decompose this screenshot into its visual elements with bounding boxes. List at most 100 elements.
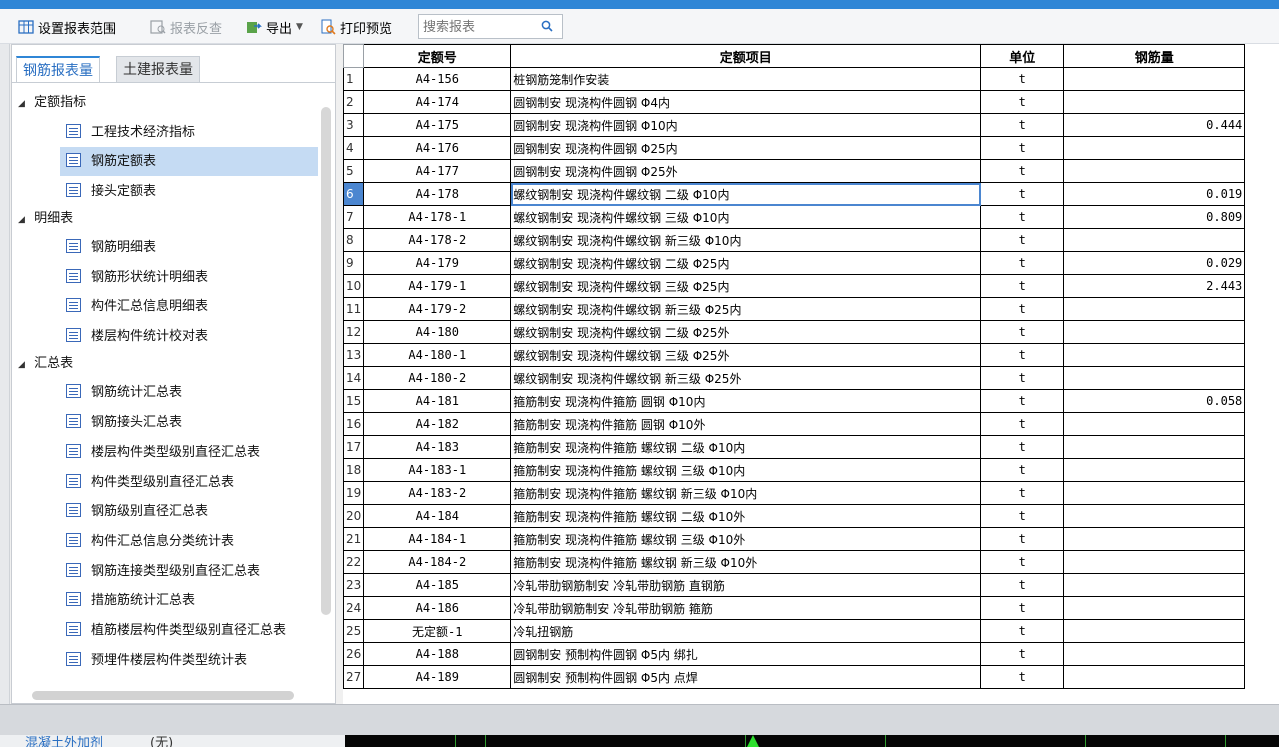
row-number[interactable]: 5 [343,159,365,183]
cell-quota-code[interactable]: A4-185 [363,573,512,597]
cell-quantity[interactable] [1063,366,1246,390]
cell-quantity[interactable] [1063,228,1246,252]
cell-quota-item[interactable]: 箍筋制安 现浇构件箍筋 螺纹钢 新三级 Φ10外 [510,550,982,574]
cell-unit[interactable]: t [980,343,1065,367]
row-number[interactable]: 1 [343,67,365,91]
cell-quota-item[interactable]: 桩钢筋笼制作安装 [510,67,982,91]
tree-item-shape-detail[interactable]: 钢筋形状统计明细表 [60,263,318,292]
tab-rebar-quantity[interactable]: 钢筋报表量 [16,56,100,82]
cell-quantity[interactable] [1063,458,1246,482]
cell-quota-code[interactable]: A4-180-2 [363,366,512,390]
table-row[interactable]: 16 A4-182 箍筋制安 现浇构件箍筋 圆钢 Φ10外 t [343,412,1246,436]
cell-unit[interactable]: t [980,642,1065,666]
cell-unit[interactable]: t [980,182,1065,206]
table-row[interactable]: 23 A4-185 冷轧带肋钢筋制安 冷轧带肋钢筋 直钢筋 t [343,573,1246,597]
tab-civil-quantity[interactable]: 土建报表量 [116,56,200,82]
row-number[interactable]: 18 [343,458,365,482]
cell-quota-code[interactable]: A4-175 [363,113,512,137]
tree-item-summary-10[interactable]: 预埋件楼层构件类型统计表 [60,646,318,675]
column-header-item[interactable]: 定额项目 [510,44,982,68]
cell-quantity[interactable]: 0.809 [1063,205,1246,229]
tree-group-quota[interactable]: ◢ 定额指标 [18,91,86,115]
table-row[interactable]: 13 A4-180-1 螺纹钢制安 现浇构件螺纹钢 三级 Φ25外 t [343,343,1246,367]
cell-quota-code[interactable]: A4-180 [363,320,512,344]
cell-quota-code[interactable]: A4-179-2 [363,297,512,321]
cell-unit[interactable]: t [980,274,1065,298]
collapse-triangle-icon[interactable]: ◢ [18,353,30,377]
cell-quota-code[interactable]: A4-177 [363,159,512,183]
table-row[interactable]: 11 A4-179-2 螺纹钢制安 现浇构件螺纹钢 新三级 Φ25内 t [343,297,1246,321]
cell-quota-item[interactable]: 箍筋制安 现浇构件箍筋 螺纹钢 三级 Φ10外 [510,527,982,551]
table-row[interactable]: 2 A4-174 圆钢制安 现浇构件圆钢 Φ4内 t [343,90,1246,114]
cell-quota-item[interactable]: 箍筋制安 现浇构件箍筋 圆钢 Φ10外 [510,412,982,436]
tree-group-summary[interactable]: ◢ 汇总表 [18,352,73,376]
cell-unit[interactable]: t [980,665,1065,689]
tree-item-summary-1[interactable]: 钢筋统计汇总表 [60,378,318,407]
cell-quantity[interactable] [1063,297,1246,321]
cell-quota-code[interactable]: A4-188 [363,642,512,666]
cell-quantity[interactable]: 2.443 [1063,274,1246,298]
cell-quota-code[interactable]: A4-176 [363,136,512,160]
cell-quota-item[interactable]: 箍筋制安 现浇构件箍筋 圆钢 Φ10内 [510,389,982,413]
report-review-button[interactable]: 报表反查 [150,17,222,37]
cell-quota-code[interactable]: A4-189 [363,665,512,689]
row-number[interactable]: 20 [343,504,365,528]
status-left-text[interactable]: 混凝土外加剂 [25,735,103,747]
cell-quota-item[interactable]: 螺纹钢制安 现浇构件螺纹钢 新三级 Φ10内 [510,228,982,252]
row-number[interactable]: 27 [343,665,365,689]
tree-vertical-scrollbar[interactable] [321,107,331,615]
table-row[interactable]: 5 A4-177 圆钢制安 现浇构件圆钢 Φ25外 t [343,159,1246,183]
cell-unit[interactable]: t [980,67,1065,91]
cell-quota-code[interactable]: A4-179-1 [363,274,512,298]
tree-item-rebar-quota[interactable]: 钢筋定额表 [60,147,318,176]
tree-item-rebar-detail[interactable]: 钢筋明细表 [60,233,318,262]
cell-quota-code[interactable]: A4-178 [363,182,512,206]
tree-item-summary-3[interactable]: 楼层构件类型级别直径汇总表 [60,438,318,467]
column-header-unit[interactable]: 单位 [980,44,1065,68]
cell-quota-item[interactable]: 圆钢制安 现浇构件圆钢 Φ25外 [510,159,982,183]
tree-item-joint-quota[interactable]: 接头定额表 [60,177,318,206]
table-row[interactable]: 9 A4-179 螺纹钢制安 现浇构件螺纹钢 二级 Φ25内 t 0.029 [343,251,1246,275]
cell-quantity[interactable] [1063,665,1246,689]
cell-quota-item[interactable]: 螺纹钢制安 现浇构件螺纹钢 二级 Φ10内 [510,182,982,206]
row-number[interactable]: 19 [343,481,365,505]
row-number[interactable]: 3 [343,113,365,137]
table-row[interactable]: 27 A4-189 圆钢制安 预制构件圆钢 Φ5内 点焊 t [343,665,1246,689]
cell-unit[interactable]: t [980,251,1065,275]
tree-item-summary-9[interactable]: 植筋楼层构件类型级别直径汇总表 [60,616,318,645]
cell-quantity[interactable] [1063,320,1246,344]
row-number[interactable]: 10 [343,274,365,298]
table-row[interactable]: 18 A4-183-1 箍筋制安 现浇构件箍筋 螺纹钢 三级 Φ10内 t [343,458,1246,482]
cell-quota-item[interactable]: 圆钢制安 现浇构件圆钢 Φ10内 [510,113,982,137]
collapse-triangle-icon[interactable]: ◢ [18,208,30,232]
set-range-button[interactable]: 设置报表范围 [18,17,116,37]
collapse-triangle-icon[interactable]: ◢ [18,92,30,116]
cell-unit[interactable]: t [980,136,1065,160]
cell-unit[interactable]: t [980,435,1065,459]
table-row[interactable]: 3 A4-175 圆钢制安 现浇构件圆钢 Φ10内 t 0.444 [343,113,1246,137]
row-number[interactable]: 6 [343,182,365,206]
cell-quantity[interactable] [1063,481,1246,505]
row-number[interactable]: 9 [343,251,365,275]
tree-item-floor-check[interactable]: 楼层构件统计校对表 [60,322,318,351]
cell-quantity[interactable] [1063,596,1246,620]
row-number[interactable]: 2 [343,90,365,114]
table-row[interactable]: 15 A4-181 箍筋制安 现浇构件箍筋 圆钢 Φ10内 t 0.058 [343,389,1246,413]
cell-quota-item[interactable]: 圆钢制安 预制构件圆钢 Φ5内 绑扎 [510,642,982,666]
table-row[interactable]: 6 A4-178 螺纹钢制安 现浇构件螺纹钢 二级 Φ10内 t 0.019 [343,182,1246,206]
cell-quota-code[interactable]: A4-174 [363,90,512,114]
search-input[interactable] [421,15,537,39]
cell-quantity[interactable] [1063,573,1246,597]
row-number[interactable]: 24 [343,596,365,620]
cell-quantity[interactable]: 0.029 [1063,251,1246,275]
cell-quota-code[interactable]: A4-183-2 [363,481,512,505]
cell-unit[interactable]: t [980,297,1065,321]
tree-group-detail[interactable]: ◢ 明细表 [18,207,73,231]
table-row[interactable]: 20 A4-184 箍筋制安 现浇构件箍筋 螺纹钢 二级 Φ10外 t [343,504,1246,528]
table-row[interactable]: 22 A4-184-2 箍筋制安 现浇构件箍筋 螺纹钢 新三级 Φ10外 t [343,550,1246,574]
cell-unit[interactable]: t [980,412,1065,436]
cell-quota-item[interactable]: 螺纹钢制安 现浇构件螺纹钢 二级 Φ25外 [510,320,982,344]
cell-unit[interactable]: t [980,550,1065,574]
table-row[interactable]: 19 A4-183-2 箍筋制安 现浇构件箍筋 螺纹钢 新三级 Φ10内 t [343,481,1246,505]
cell-quota-code[interactable]: A4-183 [363,435,512,459]
